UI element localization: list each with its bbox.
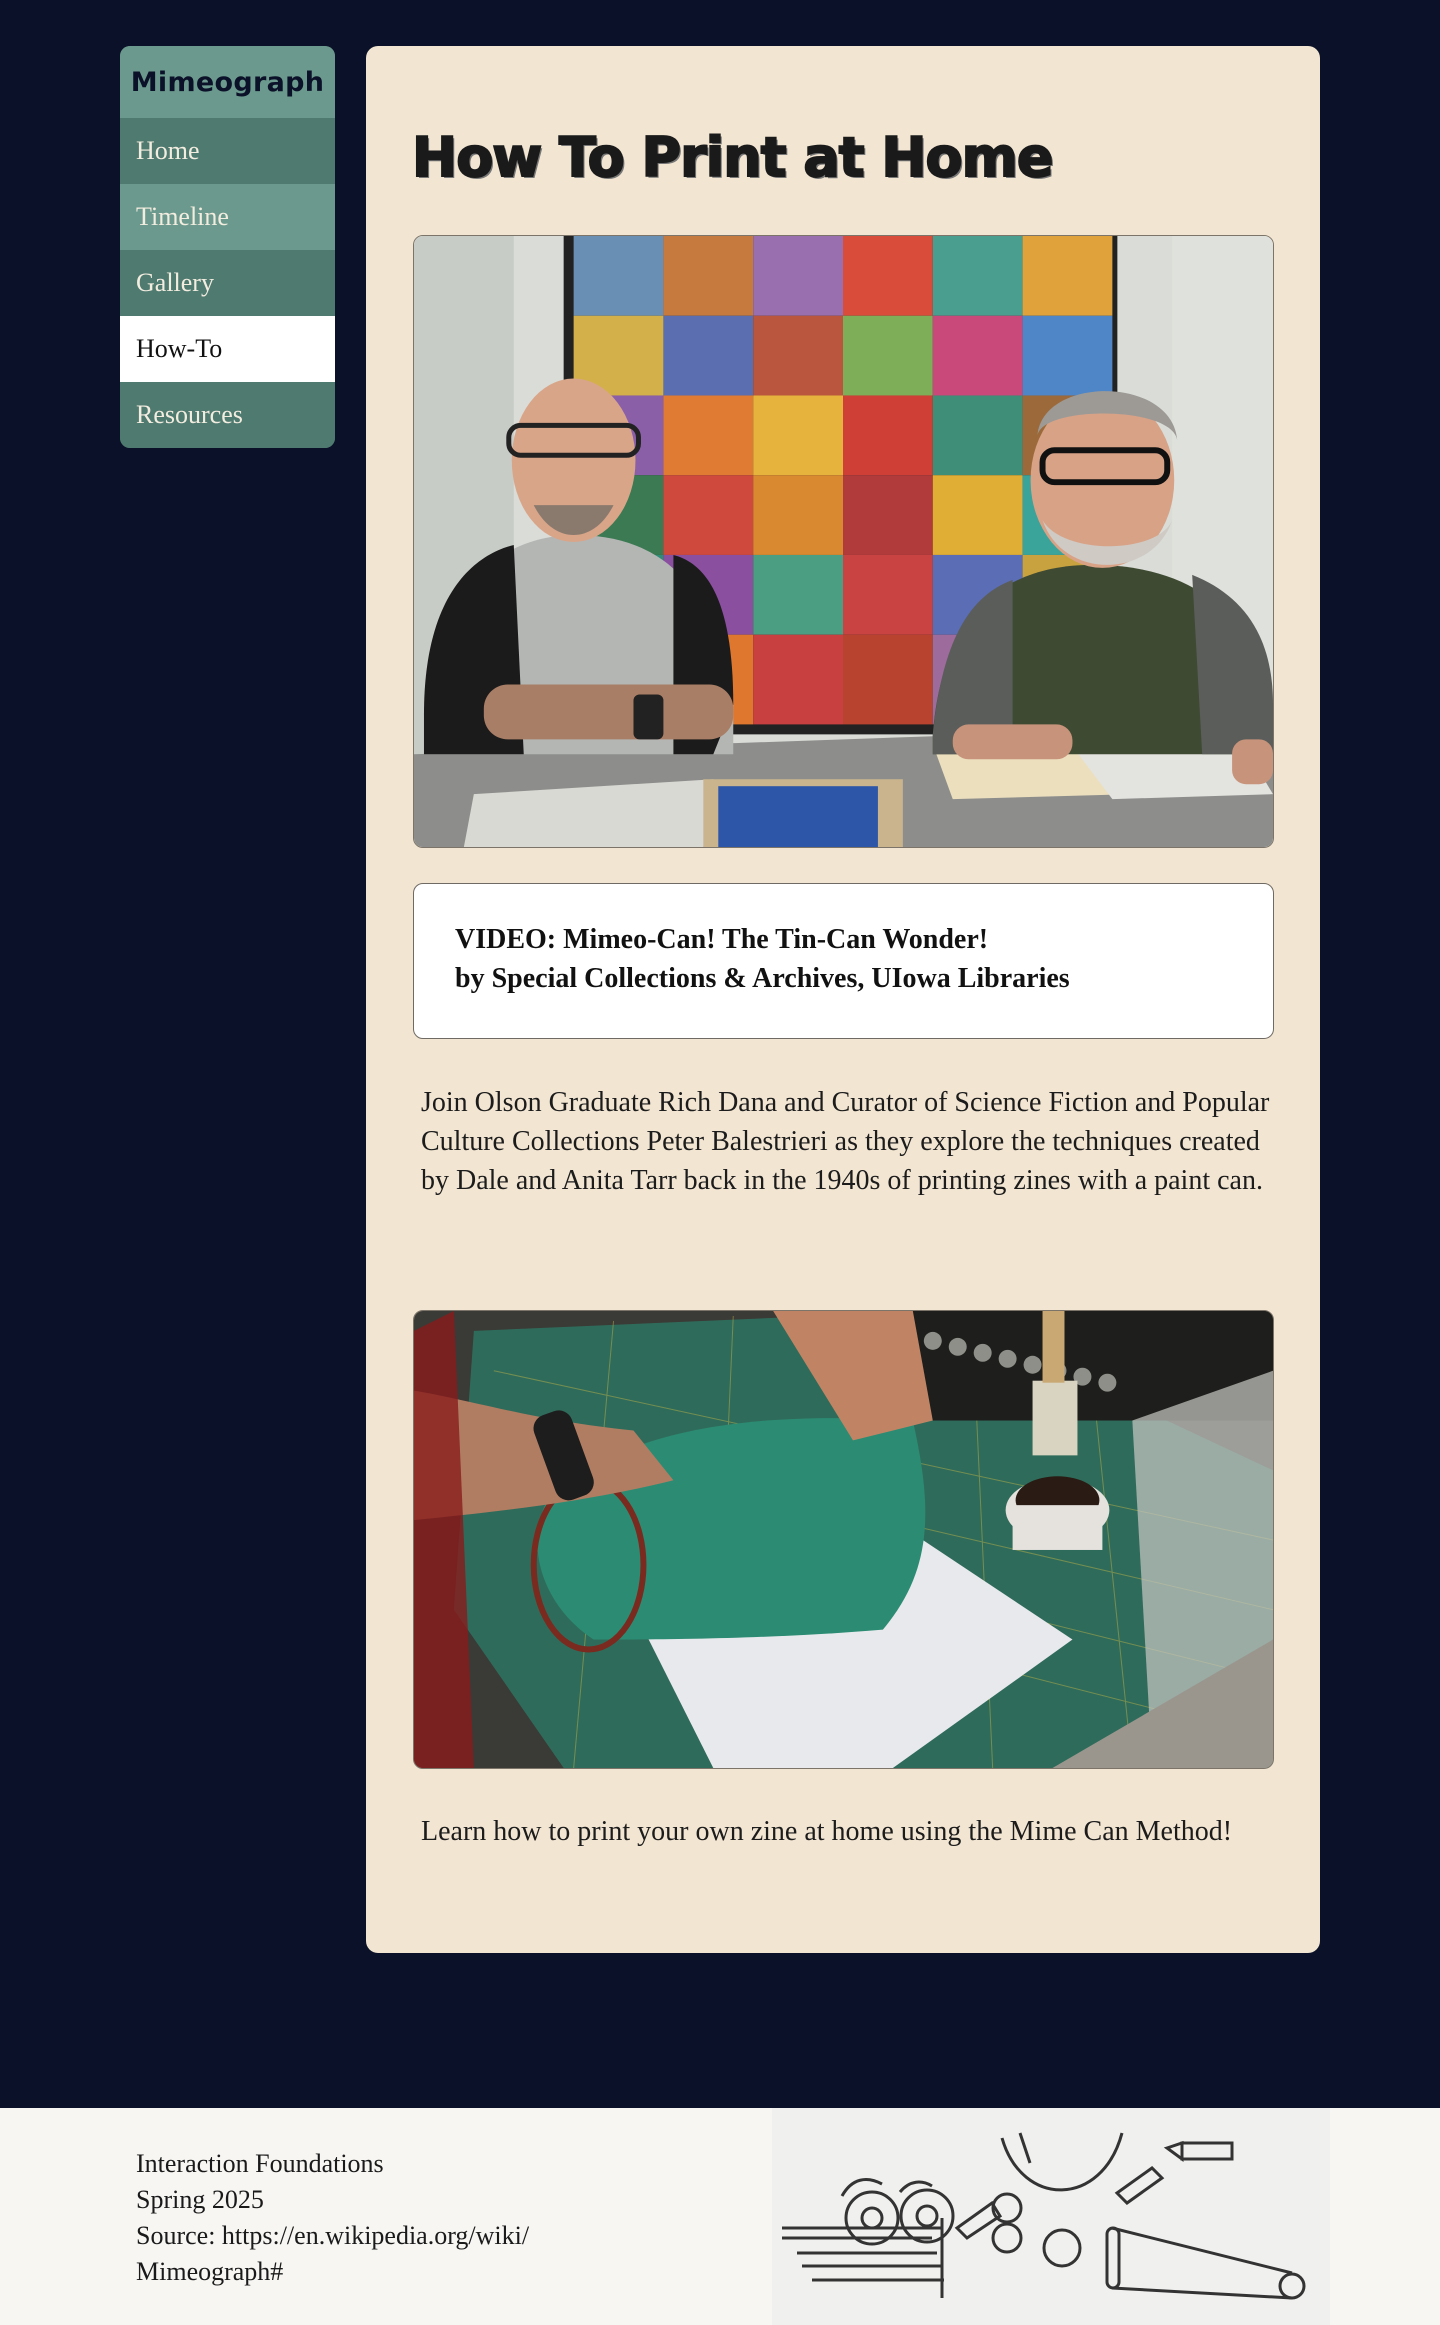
nav-item-gallery[interactable]: Gallery xyxy=(120,250,335,316)
nav-item-home[interactable]: Home xyxy=(120,118,335,184)
sidebar-nav: Mimeograph Home Timeline Gallery How-To … xyxy=(120,46,335,448)
video-player-paint-can[interactable] xyxy=(413,1310,1274,1769)
video-thumbnail-paint-can xyxy=(414,1311,1273,1768)
closing-paragraph: Learn how to print your own zine at home… xyxy=(421,1816,1233,1847)
video-thumbnail-two-men xyxy=(414,236,1273,847)
intro-paragraph: Join Olson Graduate Rich Dana and Curato… xyxy=(421,1087,1270,1196)
nav-item-resources[interactable]: Resources xyxy=(120,382,335,448)
page-title: How To Print at Home xyxy=(411,125,1055,190)
site-footer: Interaction Foundations Spring 2025 Sour… xyxy=(0,2108,1440,2325)
mimeograph-diagram-illustration xyxy=(772,2108,1330,2325)
footer-term: Spring 2025 xyxy=(136,2185,264,2214)
video-player-mimeo-can[interactable] xyxy=(413,235,1274,848)
video-caption-title: VIDEO: Mimeo-Can! The Tin-Can Wonder! xyxy=(455,924,989,955)
mimeograph-diagram-image xyxy=(772,2108,1330,2325)
site-brand[interactable]: Mimeograph xyxy=(120,46,335,118)
main-card: How To Print at Home VIDEO: Mimeo-Can! T… xyxy=(366,46,1320,1953)
footer-source-link-cont[interactable]: Mimeograph# xyxy=(136,2254,529,2290)
video-caption-credit: by Special Collections & Archives, UIowa… xyxy=(455,963,1070,994)
footer-course: Interaction Foundations xyxy=(136,2149,384,2178)
footer-source-link[interactable]: Source: https://en.wikipedia.org/wiki/ xyxy=(136,2218,529,2254)
nav-item-how-to[interactable]: How-To xyxy=(120,316,335,382)
nav-item-timeline[interactable]: Timeline xyxy=(120,184,335,250)
video-caption-box: VIDEO: Mimeo-Can! The Tin-Can Wonder! by… xyxy=(413,883,1274,1039)
footer-text: Interaction Foundations Spring 2025 Sour… xyxy=(136,2146,529,2290)
